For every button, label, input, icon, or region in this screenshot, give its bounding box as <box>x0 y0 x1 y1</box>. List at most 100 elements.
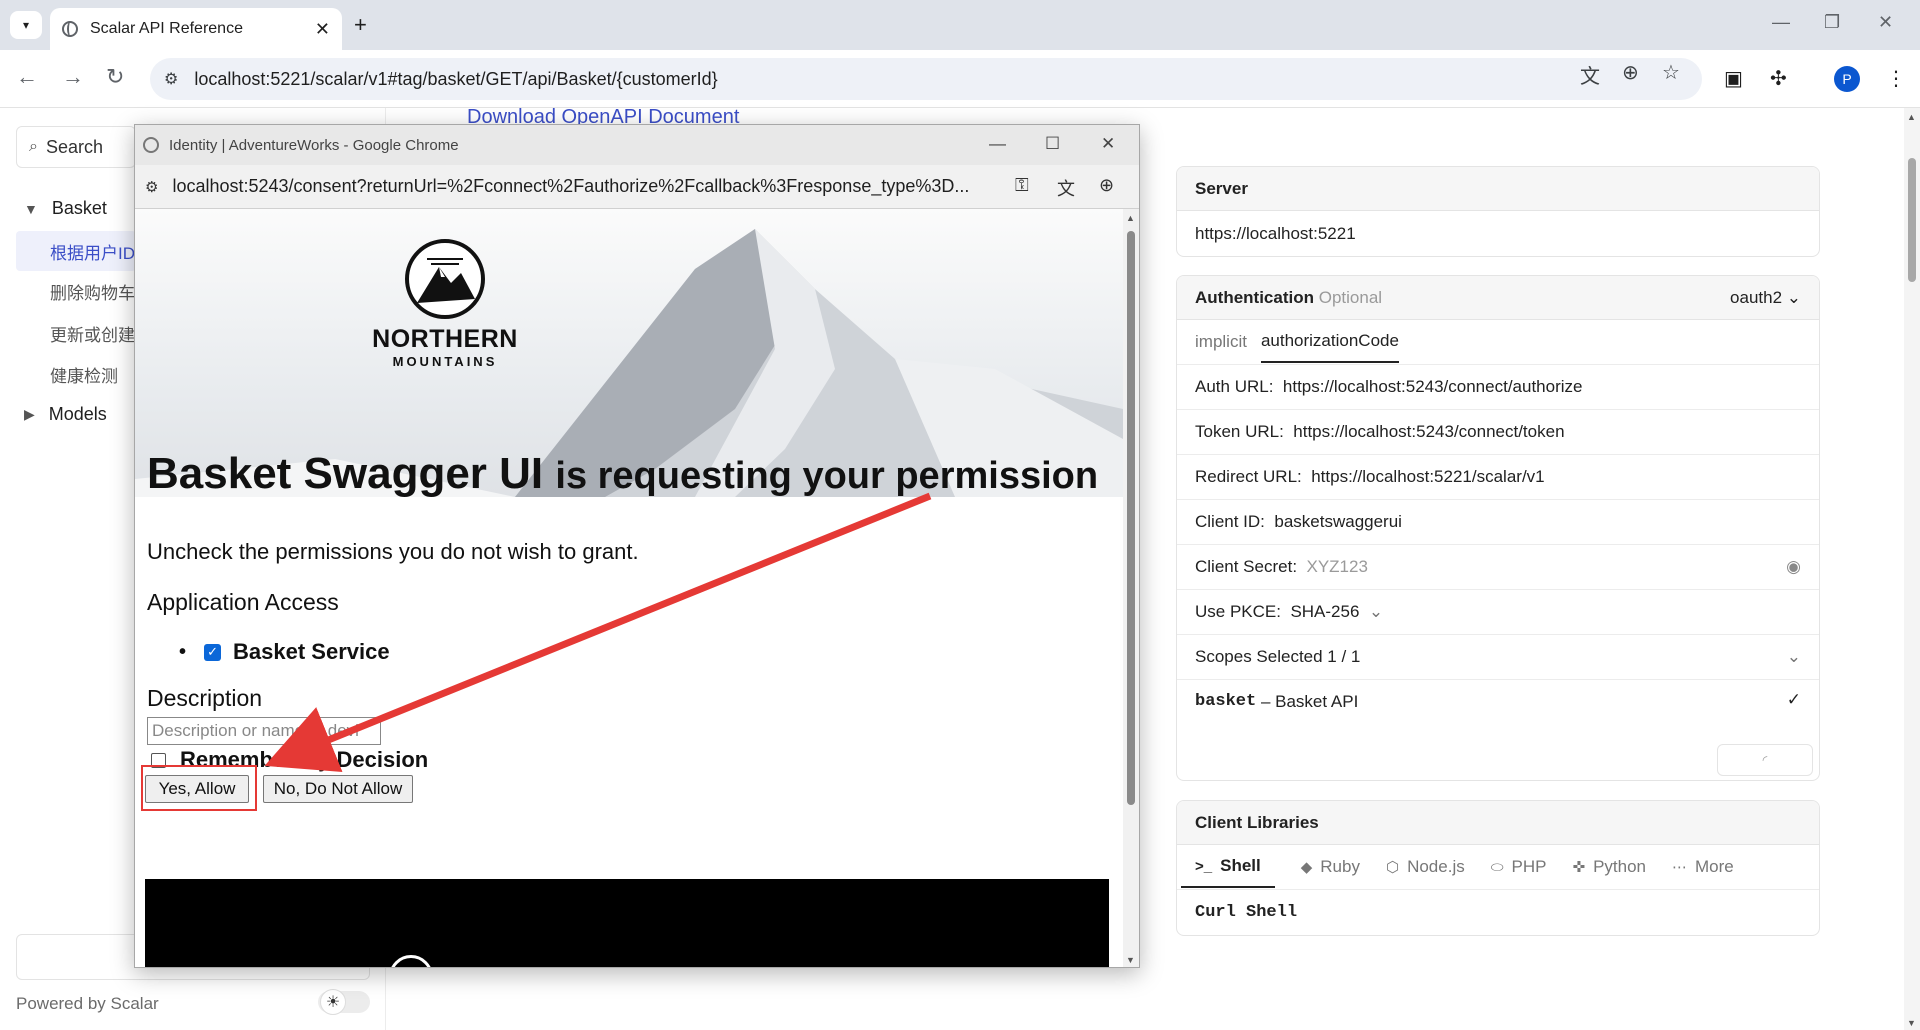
scope-basket-service[interactable]: • ✓ Basket Service <box>179 639 390 665</box>
popup-scrollbar[interactable]: ▲ ▼ <box>1123 209 1139 967</box>
new-tab-button[interactable]: + <box>354 12 367 38</box>
server-url[interactable]: https://localhost:5221 <box>1177 211 1819 256</box>
site-info-icon[interactable]: ⚙ <box>164 69 178 89</box>
auth-scheme-value: oauth2 <box>1730 287 1783 307</box>
sidebar-item-delete-basket[interactable]: 删除购物车 <box>16 271 136 311</box>
menu-dots-icon[interactable]: ⋮ <box>1886 66 1906 91</box>
info-circle-icon <box>389 955 433 967</box>
sidebar-item-get-basket[interactable]: 根据用户ID <box>16 231 136 271</box>
scroll-up-icon[interactable]: ▲ <box>1907 112 1916 122</box>
tab-php-label: PHP <box>1511 857 1547 876</box>
sidebar-group-label: Basket <box>51 198 107 218</box>
python-icon: ✜ <box>1572 859 1586 876</box>
scopes-row[interactable]: Scopes Selected 1 / 1 ⌄ <box>1177 635 1819 680</box>
powered-by[interactable]: Powered by Scalar <box>16 994 159 1014</box>
chevron-down-icon: ⌄ <box>1786 647 1801 666</box>
auth-url-value[interactable]: https://localhost:5243/connect/authorize <box>1283 377 1583 397</box>
puzzle-extensions-icon[interactable]: ✣ <box>1770 66 1787 91</box>
client-secret-label: Client Secret: <box>1195 557 1298 576</box>
sidebar-search[interactable]: ⌕ Search <box>16 126 136 168</box>
browser-tab[interactable]: Scalar API Reference ✕ <box>50 8 342 50</box>
theme-toggle[interactable]: ☀ <box>318 989 370 1015</box>
zoom-icon[interactable]: ⊕ <box>1099 175 1114 196</box>
translate-icon[interactable]: 文 <box>1057 175 1075 201</box>
client-library-tabs: >_ Shell ◆ Ruby ⬡ Node.js ⬭ PHP ✜ Python ⋯ Mor… <box>1177 845 1819 890</box>
globe-icon <box>143 137 159 153</box>
extension-icon[interactable]: ▣ <box>1724 66 1743 91</box>
tab-php[interactable]: ⬭ PHP <box>1491 857 1547 877</box>
sidebar-group-models[interactable]: ▶ Models <box>24 404 107 425</box>
loading-spinner-icon[interactable]: ◜ <box>1717 744 1813 776</box>
tab-search-button[interactable]: ▾ <box>10 11 42 39</box>
forward-icon[interactable]: → <box>62 64 84 90</box>
token-url-label: Token URL: <box>1195 422 1284 441</box>
maximize-icon[interactable]: ☐ <box>1045 134 1060 154</box>
pkce-row[interactable]: Use PKCE: SHA-256 ⌄ <box>1177 590 1819 635</box>
description-label: Description <box>147 685 263 711</box>
close-window-icon[interactable]: ✕ <box>1878 12 1893 33</box>
scope-checkbox[interactable]: ✓ <box>204 643 222 661</box>
client-id-label: Client ID: <box>1195 512 1265 531</box>
reload-icon[interactable]: ↻ <box>106 64 124 90</box>
bookmark-star-icon[interactable]: ☆ <box>1662 60 1680 85</box>
tab-ruby[interactable]: ◆ Ruby <box>1301 857 1360 877</box>
tab-nodejs[interactable]: ⬡ Node.js <box>1386 857 1465 877</box>
client-id-row[interactable]: Client ID: basketswaggerui <box>1177 500 1819 545</box>
chevron-down-icon: ⌄ <box>1368 602 1384 621</box>
close-window-icon[interactable]: ✕ <box>1101 134 1115 154</box>
zoom-icon[interactable]: ⊕ <box>1622 60 1639 85</box>
auth-url-row[interactable]: Auth URL: https://localhost:5243/connect… <box>1177 365 1819 410</box>
tab-implicit[interactable]: implicit <box>1195 332 1247 352</box>
client-secret-value[interactable]: XYZ123 <box>1307 557 1368 577</box>
minimize-icon[interactable]: — <box>989 134 1006 154</box>
close-tab-icon[interactable]: ✕ <box>315 19 330 40</box>
chevron-down-icon: ▼ <box>24 200 38 217</box>
maximize-icon[interactable]: ❐ <box>1824 12 1840 33</box>
redirect-url-row[interactable]: Redirect URL: https://localhost:5221/sca… <box>1177 455 1819 500</box>
popup-address-bar[interactable]: ⚙ localhost:5243/consent?returnUrl=%2Fco… <box>135 165 1139 209</box>
client-id-value[interactable]: basketswaggerui <box>1274 512 1402 532</box>
minimize-icon[interactable]: — <box>1772 12 1790 33</box>
no-deny-button[interactable]: No, Do Not Allow <box>263 775 413 803</box>
tab-python[interactable]: ✜ Python <box>1573 857 1647 877</box>
auth-scheme-select[interactable]: oauth2 ⌄ <box>1730 288 1801 308</box>
back-icon[interactable]: ← <box>16 64 38 90</box>
sidebar-group-basket[interactable]: ▼ Basket <box>24 198 107 219</box>
scroll-down-icon[interactable]: ▼ <box>1907 1018 1916 1028</box>
tab-ruby-label: Ruby <box>1320 857 1360 876</box>
tab-authorization-code[interactable]: authorizationCode <box>1260 321 1399 363</box>
auth-panel: Authentication Optional oauth2 ⌄ implici… <box>1176 275 1820 781</box>
tab-more[interactable]: ⋯ More <box>1672 857 1734 877</box>
scroll-down-icon[interactable]: ▼ <box>1126 955 1135 965</box>
page-scrollbar-thumb[interactable] <box>1908 158 1916 282</box>
popup-scrollbar-thumb[interactable] <box>1127 231 1135 805</box>
site-info-icon[interactable]: ⚙ <box>145 178 158 196</box>
sidebar-item-health[interactable]: 健康检测 <box>16 354 136 394</box>
token-url-row[interactable]: Token URL: https://localhost:5243/connec… <box>1177 410 1819 455</box>
token-url-value[interactable]: https://localhost:5243/connect/token <box>1293 422 1564 442</box>
server-title: Server <box>1177 167 1819 211</box>
page-scrollbar[interactable]: ▲ ▼ <box>1904 108 1920 1030</box>
tab-python-label: Python <box>1593 857 1647 876</box>
password-key-icon[interactable]: ⚿ <box>1015 175 1029 196</box>
client-secret-row[interactable]: Client Secret: XYZ123 ◉ <box>1177 545 1819 590</box>
chevron-right-icon: ▶ <box>24 406 35 422</box>
translate-icon[interactable]: 文 <box>1580 60 1600 89</box>
tab-title: Scalar API Reference <box>90 20 243 37</box>
address-url[interactable]: localhost:5221/scalar/v1#tag/basket/GET/… <box>194 69 717 90</box>
description-input[interactable]: Description or name of devi <box>147 717 381 745</box>
authorize-area: ◜ <box>1177 740 1819 780</box>
eye-icon[interactable]: ◉ <box>1786 557 1801 577</box>
redirect-url-label: Redirect URL: <box>1195 467 1302 486</box>
scroll-up-icon[interactable]: ▲ <box>1126 213 1135 223</box>
popup-url[interactable]: localhost:5243/consent?returnUrl=%2Fconn… <box>172 176 969 197</box>
redirect-url-value[interactable]: https://localhost:5221/scalar/v1 <box>1311 467 1544 487</box>
uncheck-instructions: Uncheck the permissions you do not wish … <box>147 539 639 564</box>
sidebar-item-update-basket[interactable]: 更新或创建 <box>16 313 136 353</box>
profile-avatar[interactable]: P <box>1834 66 1860 92</box>
pkce-value[interactable]: SHA-256 <box>1290 602 1359 622</box>
scope-basket-row[interactable]: basket – Basket API ✓ <box>1177 680 1819 740</box>
tab-shell[interactable]: >_ Shell <box>1181 846 1275 888</box>
code-label: Curl Shell <box>1195 903 1298 922</box>
address-bar[interactable]: ⚙ localhost:5221/scalar/v1#tag/basket/GE… <box>150 58 1702 100</box>
